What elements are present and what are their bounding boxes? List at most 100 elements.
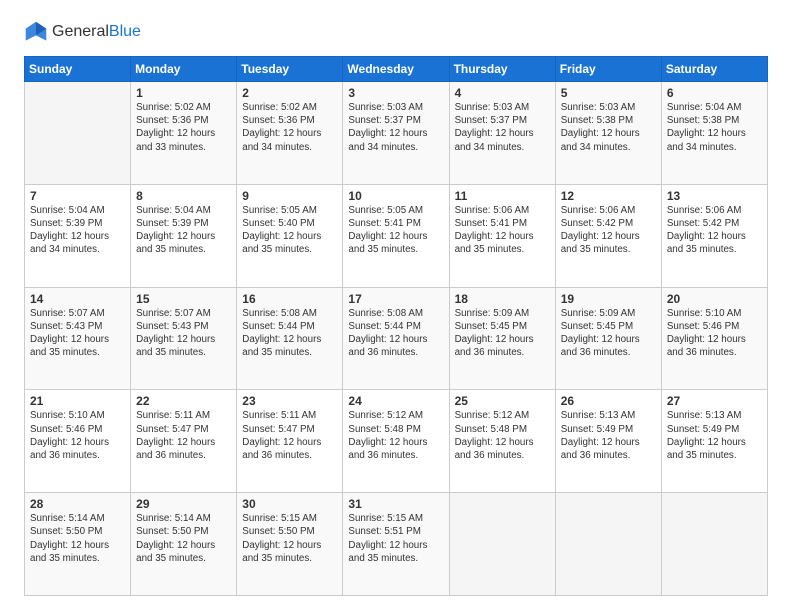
day-info: Sunrise: 5:12 AM Sunset: 5:48 PM Dayligh…: [455, 409, 550, 462]
day-number: 26: [561, 394, 656, 408]
day-number: 1: [136, 86, 231, 100]
calendar-cell: 12Sunrise: 5:06 AM Sunset: 5:42 PM Dayli…: [555, 184, 661, 287]
calendar-cell: 25Sunrise: 5:12 AM Sunset: 5:48 PM Dayli…: [449, 390, 555, 493]
calendar-cell: 14Sunrise: 5:07 AM Sunset: 5:43 PM Dayli…: [25, 287, 131, 390]
day-number: 17: [348, 292, 443, 306]
day-number: 20: [667, 292, 762, 306]
day-info: Sunrise: 5:10 AM Sunset: 5:46 PM Dayligh…: [667, 307, 762, 360]
day-info: Sunrise: 5:04 AM Sunset: 5:38 PM Dayligh…: [667, 101, 762, 154]
day-info: Sunrise: 5:10 AM Sunset: 5:46 PM Dayligh…: [30, 409, 125, 462]
calendar-cell: 20Sunrise: 5:10 AM Sunset: 5:46 PM Dayli…: [661, 287, 767, 390]
day-info: Sunrise: 5:12 AM Sunset: 5:48 PM Dayligh…: [348, 409, 443, 462]
logo-general: General: [52, 23, 109, 41]
page: GeneralBlue SundayMondayTuesdayWednesday…: [0, 0, 792, 612]
calendar-cell: 8Sunrise: 5:04 AM Sunset: 5:39 PM Daylig…: [131, 184, 237, 287]
calendar-week-row: 14 Sunrise: 5:07 AM Sunset: 5:43 PM Dayli…: [25, 287, 768, 390]
calendar-cell: 24Sunrise: 5:12 AM Sunset: 5:48 PM Dayli…: [343, 390, 449, 493]
day-info: Sunrise: 5:02 AM Sunset: 5:36 PM Dayligh…: [242, 101, 337, 154]
calendar-cell: 5Sunrise: 5:03 AM Sunset: 5:38 PM Daylig…: [555, 82, 661, 185]
day-info: Sunrise: 5:08 AM Sunset: 5:44 PM Dayligh…: [348, 307, 443, 360]
calendar-cell: 31Sunrise: 5:15 AM Sunset: 5:51 PM Dayli…: [343, 493, 449, 596]
calendar-day-header: Sunday: [25, 57, 131, 82]
day-number: 25: [455, 394, 550, 408]
day-info: Sunrise: 5:09 AM Sunset: 5:45 PM Dayligh…: [455, 307, 550, 360]
day-number: 8: [136, 189, 231, 203]
calendar-cell: 23Sunrise: 5:11 AM Sunset: 5:47 PM Dayli…: [237, 390, 343, 493]
day-number: 21: [30, 394, 125, 408]
calendar-cell: [25, 82, 131, 185]
calendar-cell: 2Sunrise: 5:02 AM Sunset: 5:36 PM Daylig…: [237, 82, 343, 185]
day-info: Sunrise: 5:03 AM Sunset: 5:37 PM Dayligh…: [455, 101, 550, 154]
calendar-cell: 1Sunrise: 5:02 AM Sunset: 5:36 PM Daylig…: [131, 82, 237, 185]
day-number: 7: [30, 189, 125, 203]
day-number: 29: [136, 497, 231, 511]
calendar-cell: 3Sunrise: 5:03 AM Sunset: 5:37 PM Daylig…: [343, 82, 449, 185]
day-info: Sunrise: 5:13 AM Sunset: 5:49 PM Dayligh…: [561, 409, 656, 462]
logo: GeneralBlue: [24, 20, 141, 44]
calendar-cell: 30Sunrise: 5:15 AM Sunset: 5:50 PM Dayli…: [237, 493, 343, 596]
day-number: 9: [242, 189, 337, 203]
day-info: Sunrise: 5:06 AM Sunset: 5:42 PM Dayligh…: [667, 204, 762, 257]
calendar-cell: 29Sunrise: 5:14 AM Sunset: 5:50 PM Dayli…: [131, 493, 237, 596]
day-info: Sunrise: 5:05 AM Sunset: 5:41 PM Dayligh…: [348, 204, 443, 257]
day-info: Sunrise: 5:15 AM Sunset: 5:50 PM Dayligh…: [242, 512, 337, 565]
day-info: Sunrise: 5:11 AM Sunset: 5:47 PM Dayligh…: [242, 409, 337, 462]
calendar-day-header: Tuesday: [237, 57, 343, 82]
day-info: Sunrise: 5:15 AM Sunset: 5:51 PM Dayligh…: [348, 512, 443, 565]
day-number: 30: [242, 497, 337, 511]
calendar-cell: 9Sunrise: 5:05 AM Sunset: 5:40 PM Daylig…: [237, 184, 343, 287]
day-info: Sunrise: 5:06 AM Sunset: 5:42 PM Dayligh…: [561, 204, 656, 257]
logo-icon: [24, 20, 48, 44]
calendar-cell: 22Sunrise: 5:11 AM Sunset: 5:47 PM Dayli…: [131, 390, 237, 493]
calendar-cell: 10Sunrise: 5:05 AM Sunset: 5:41 PM Dayli…: [343, 184, 449, 287]
calendar-cell: 27Sunrise: 5:13 AM Sunset: 5:49 PM Dayli…: [661, 390, 767, 493]
calendar-day-header: Friday: [555, 57, 661, 82]
day-info: Sunrise: 5:07 AM Sunset: 5:43 PM Dayligh…: [136, 307, 231, 360]
calendar-header-row: SundayMondayTuesdayWednesdayThursdayFrid…: [25, 57, 768, 82]
day-number: 28: [30, 497, 125, 511]
calendar-cell: 21Sunrise: 5:10 AM Sunset: 5:46 PM Dayli…: [25, 390, 131, 493]
day-number: 23: [242, 394, 337, 408]
day-info: Sunrise: 5:14 AM Sunset: 5:50 PM Dayligh…: [30, 512, 125, 565]
day-number: 4: [455, 86, 550, 100]
day-number: 24: [348, 394, 443, 408]
day-info: Sunrise: 5:06 AM Sunset: 5:41 PM Dayligh…: [455, 204, 550, 257]
day-number: 16: [242, 292, 337, 306]
day-number: 31: [348, 497, 443, 511]
logo-text: GeneralBlue: [52, 23, 141, 41]
day-number: 10: [348, 189, 443, 203]
day-info: Sunrise: 5:02 AM Sunset: 5:36 PM Dayligh…: [136, 101, 231, 154]
calendar-week-row: 21Sunrise: 5:10 AM Sunset: 5:46 PM Dayli…: [25, 390, 768, 493]
day-number: 11: [455, 189, 550, 203]
calendar-cell: [449, 493, 555, 596]
day-info: Sunrise: 5:04 AM Sunset: 5:39 PM Dayligh…: [30, 204, 125, 257]
calendar-cell: 11Sunrise: 5:06 AM Sunset: 5:41 PM Dayli…: [449, 184, 555, 287]
day-number: 5: [561, 86, 656, 100]
calendar-cell: 17Sunrise: 5:08 AM Sunset: 5:44 PM Dayli…: [343, 287, 449, 390]
day-number: 15: [136, 292, 231, 306]
day-number: 18: [455, 292, 550, 306]
calendar-cell: 19Sunrise: 5:09 AM Sunset: 5:45 PM Dayli…: [555, 287, 661, 390]
calendar-week-row: 7Sunrise: 5:04 AM Sunset: 5:39 PM Daylig…: [25, 184, 768, 287]
day-info: Sunrise: 5:05 AM Sunset: 5:40 PM Dayligh…: [242, 204, 337, 257]
calendar-day-header: Wednesday: [343, 57, 449, 82]
day-number: 22: [136, 394, 231, 408]
day-number: 12: [561, 189, 656, 203]
day-info: Sunrise: 5:04 AM Sunset: 5:39 PM Dayligh…: [136, 204, 231, 257]
calendar-cell: 6Sunrise: 5:04 AM Sunset: 5:38 PM Daylig…: [661, 82, 767, 185]
calendar-cell: [555, 493, 661, 596]
calendar-cell: 18Sunrise: 5:09 AM Sunset: 5:45 PM Dayli…: [449, 287, 555, 390]
day-info: Sunrise: 5:09 AM Sunset: 5:45 PM Dayligh…: [561, 307, 656, 360]
day-number: 14: [30, 292, 125, 306]
calendar-cell: 28Sunrise: 5:14 AM Sunset: 5:50 PM Dayli…: [25, 493, 131, 596]
day-number: 2: [242, 86, 337, 100]
day-number: 3: [348, 86, 443, 100]
calendar-table: SundayMondayTuesdayWednesdayThursdayFrid…: [24, 56, 768, 596]
day-number: 6: [667, 86, 762, 100]
day-info: Sunrise: 5:11 AM Sunset: 5:47 PM Dayligh…: [136, 409, 231, 462]
calendar-day-header: Saturday: [661, 57, 767, 82]
calendar-cell: 26Sunrise: 5:13 AM Sunset: 5:49 PM Dayli…: [555, 390, 661, 493]
calendar-cell: 13Sunrise: 5:06 AM Sunset: 5:42 PM Dayli…: [661, 184, 767, 287]
day-info: Sunrise: 5:14 AM Sunset: 5:50 PM Dayligh…: [136, 512, 231, 565]
calendar-cell: 7Sunrise: 5:04 AM Sunset: 5:39 PM Daylig…: [25, 184, 131, 287]
